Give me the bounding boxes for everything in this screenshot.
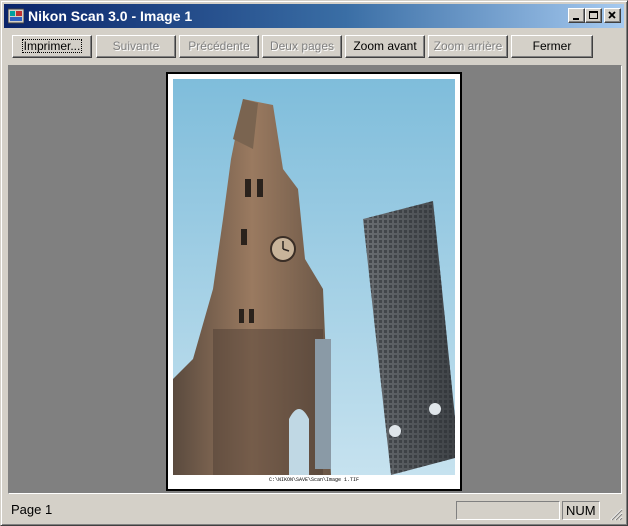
print-button[interactable]: Imprimer...: [12, 35, 92, 58]
status-panel-empty: [456, 501, 560, 520]
title-bar[interactable]: Nikon Scan 3.0 - Image 1: [4, 4, 624, 28]
resize-grip-icon[interactable]: [609, 507, 623, 521]
minimize-button[interactable]: [568, 8, 585, 23]
window-title: Nikon Scan 3.0 - Image 1: [28, 8, 193, 24]
next-page-button[interactable]: Suivante: [96, 35, 176, 58]
preview-page[interactable]: C:\NIKON\SAVE\Scan\Image 1.TIF: [166, 72, 462, 491]
minimize-icon: [573, 18, 579, 20]
preview-workspace[interactable]: C:\NIKON\SAVE\Scan\Image 1.TIF: [8, 65, 622, 494]
previous-page-button[interactable]: Précédente: [179, 35, 259, 58]
close-preview-button[interactable]: Fermer: [511, 35, 593, 58]
status-bar: Page 1 NUM: [4, 498, 624, 522]
print-preview-window: Nikon Scan 3.0 - Image 1 Imprimer... Sui…: [0, 0, 628, 526]
nikon-scan-app-icon[interactable]: [8, 8, 24, 24]
num-lock-indicator: NUM: [562, 501, 600, 520]
close-window-button[interactable]: [604, 8, 621, 23]
zoom-out-button[interactable]: Zoom arrière: [428, 35, 508, 58]
church-tower-photo: [173, 79, 455, 475]
two-pages-button[interactable]: Deux pages: [262, 35, 342, 58]
print-button-label: Imprimer...: [21, 39, 83, 53]
status-text: Page 1: [11, 502, 53, 517]
zoom-in-button[interactable]: Zoom avant: [345, 35, 425, 58]
close-icon: [608, 11, 616, 19]
maximize-icon: [589, 11, 598, 19]
page-caption: C:\NIKON\SAVE\Scan\Image 1.TIF: [268, 477, 359, 483]
maximize-button[interactable]: [585, 8, 602, 23]
toolbar: Imprimer... Suivante Précédente Deux pag…: [4, 31, 624, 61]
